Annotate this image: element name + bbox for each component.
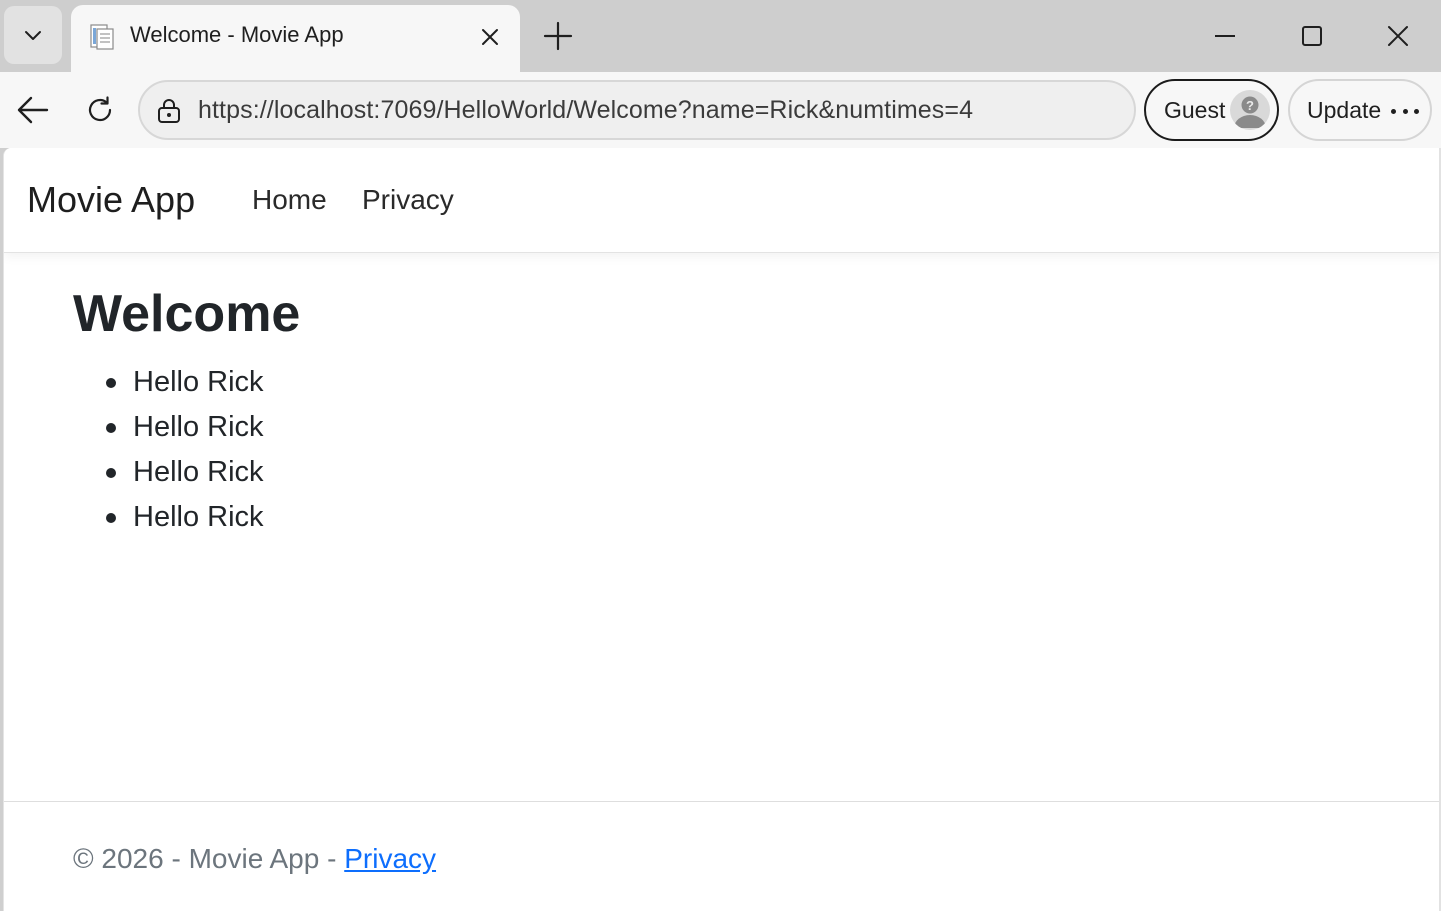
url-text[interactable]: https://localhost:7069/HelloWorld/Welcom… <box>198 96 973 125</box>
greeting-list: Hello Rick Hello Rick Hello Rick Hello R… <box>73 366 300 546</box>
footer-privacy-link[interactable]: Privacy <box>344 843 436 874</box>
page-viewport: Movie App Home Privacy Welcome Hello Ric… <box>3 148 1441 911</box>
chevron-down-icon <box>25 31 41 40</box>
update-button[interactable]: Update <box>1288 79 1432 141</box>
window-close-button[interactable] <box>1378 16 1418 56</box>
address-bar[interactable]: https://localhost:7069/HelloWorld/Welcom… <box>138 80 1136 140</box>
brand-link[interactable]: Movie App <box>27 179 195 221</box>
nav-link-privacy[interactable]: Privacy <box>362 184 454 216</box>
guest-avatar-icon: ? <box>1230 90 1270 130</box>
browser-toolbar: https://localhost:7069/HelloWorld/Welcom… <box>0 72 1441 148</box>
reload-icon <box>88 96 112 122</box>
minimize-button[interactable] <box>1205 16 1245 56</box>
update-label: Update <box>1307 97 1382 123</box>
list-item: Hello Rick <box>73 411 300 456</box>
tab-list-button[interactable] <box>4 6 62 64</box>
close-icon <box>482 29 498 45</box>
nav-link-home[interactable]: Home <box>252 184 327 216</box>
tab-title: Welcome - Movie App <box>130 22 344 47</box>
footer-text: © 2026 - Movie App - Privacy <box>73 843 436 875</box>
tab-close-button[interactable] <box>475 22 505 52</box>
minimize-icon <box>1215 35 1235 37</box>
copyright-text: © 2026 - Movie App - <box>73 843 345 874</box>
more-options-icon <box>1391 99 1419 123</box>
list-item: Hello Rick <box>73 366 300 411</box>
page-icon <box>90 24 114 50</box>
site-navbar: Movie App Home Privacy <box>4 148 1441 253</box>
maximize-button[interactable] <box>1292 16 1332 56</box>
active-tab[interactable]: Welcome - Movie App <box>71 5 520 72</box>
arrow-left-icon <box>17 96 49 124</box>
reload-button[interactable] <box>80 90 120 130</box>
new-tab-button[interactable] <box>540 18 576 54</box>
tab-strip: Welcome - Movie App <box>0 0 1441 72</box>
main-content: Welcome Hello Rick Hello Rick Hello Rick… <box>73 288 300 546</box>
list-item: Hello Rick <box>73 456 300 501</box>
maximize-icon <box>1302 26 1322 46</box>
svg-text:?: ? <box>1246 98 1254 113</box>
close-icon <box>1388 26 1408 46</box>
site-footer: © 2026 - Movie App - Privacy <box>4 801 1441 911</box>
profile-label: Guest <box>1164 97 1226 123</box>
lock-icon[interactable] <box>156 98 182 124</box>
profile-button[interactable]: Guest ? <box>1144 79 1279 141</box>
back-button[interactable] <box>13 90 53 130</box>
page-title: Welcome <box>73 285 301 343</box>
plus-icon <box>543 21 573 51</box>
list-item: Hello Rick <box>73 501 300 546</box>
